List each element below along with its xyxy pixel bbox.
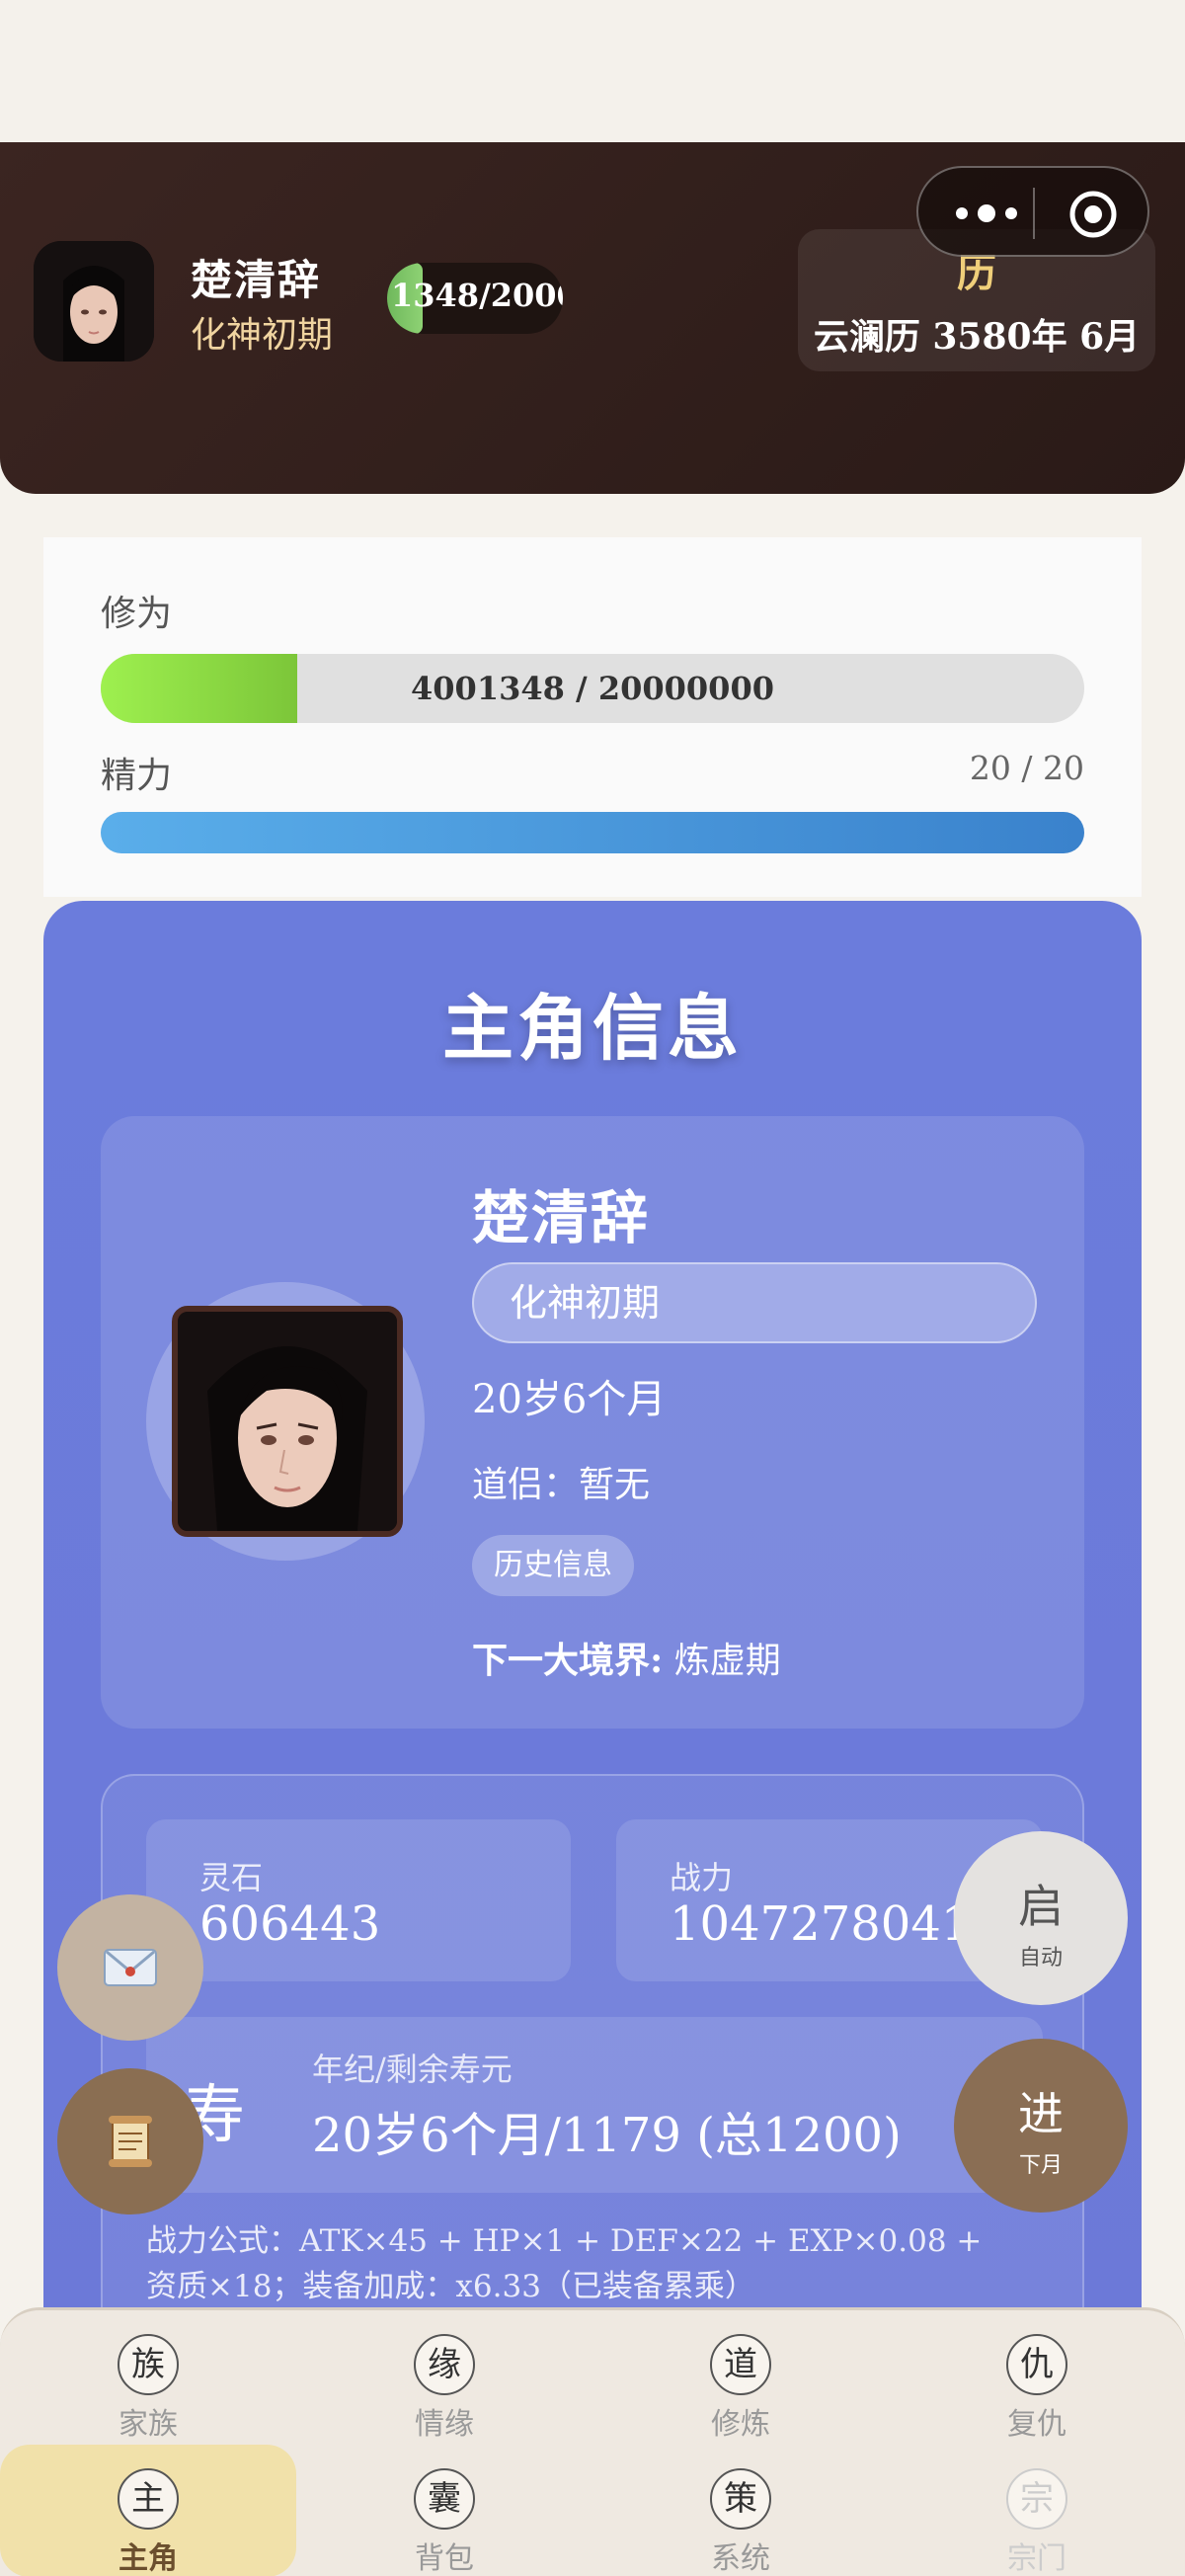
energy-bar-fill (101, 812, 1084, 853)
header-avatar[interactable] (34, 241, 154, 362)
scroll-icon (109, 2116, 152, 2167)
next-realm-label: 下一大境界: (472, 1640, 664, 1681)
next-realm: 下一大境界: 炼虚期 (472, 1632, 781, 1683)
hero-partner: 道侣：暂无 (472, 1465, 651, 1505)
header-name: 楚清辞 (191, 256, 322, 304)
hero-portrait[interactable] (172, 1306, 403, 1537)
bottom-nav: 族 家族 缘 情缘 道 修炼 仇 复仇 主 主角 囊 背包 策 系统 宗 宗门 (0, 2307, 1185, 2576)
sect-icon: 宗 (1006, 2468, 1067, 2530)
nav-label-romance: 情缘 (415, 2407, 474, 2442)
auto-start-label: 自动 (1018, 1946, 1063, 1971)
target-icon[interactable] (1068, 190, 1118, 239)
mail-button[interactable] (57, 1894, 203, 2041)
spirit-stone-box: 灵石 606443 (146, 1819, 571, 1981)
nav-item-hero[interactable]: 主 主角 (0, 2445, 296, 2576)
nav-label-family: 家族 (118, 2407, 178, 2442)
cultivation-card: 修为 4001348 / 20000000 精力 20 / 20 (43, 537, 1142, 897)
cultivation-label: 修为 (101, 594, 173, 634)
hero-title: 主角信息 (441, 986, 743, 1070)
header-realm: 化神初期 (191, 315, 334, 356)
next-realm-value: 炼虚期 (673, 1641, 781, 1681)
spirit-stone-label: 灵石 (199, 1859, 264, 1896)
nav-item-bag[interactable]: 囊 背包 (296, 2445, 592, 2576)
power-formula: 战力公式：ATK×45 + HP×1 + DEF×22 + EXP×0.08 +… (146, 2223, 983, 2304)
status-area (0, 0, 1185, 142)
auto-start-button[interactable]: 启 自动 (954, 1831, 1128, 2005)
nav-label-bag: 背包 (415, 2541, 474, 2576)
scroll-button[interactable] (57, 2068, 203, 2214)
nav-item-romance[interactable]: 缘 情缘 (296, 2310, 592, 2443)
system-icon: 策 (710, 2468, 771, 2530)
nav-label-revenge: 复仇 (1007, 2407, 1066, 2442)
profile-card: 楚清辞 化神初期 20岁6个月 道侣：暂无 历史信息 下一大境界: 炼虚期 (101, 1116, 1084, 1729)
miniprogram-capsule (916, 166, 1149, 257)
next-month-label: 下月 (1018, 2153, 1063, 2178)
family-icon: 族 (118, 2334, 179, 2395)
hero-age: 20岁6个月 (472, 1377, 667, 1422)
nav-label-cultivate: 修炼 (711, 2407, 770, 2442)
bag-icon: 囊 (414, 2468, 475, 2530)
calendar-date: 云澜历 3580年 6月 (813, 316, 1141, 358)
nav-label-hero: 主角 (118, 2541, 178, 2576)
lifespan-label: 年纪/剩余寿元 (312, 2051, 513, 2088)
cultivate-icon: 道 (710, 2334, 771, 2395)
cultivation-bar-text: 4001348 / 20000000 (411, 670, 774, 707)
romance-icon: 缘 (414, 2334, 475, 2395)
nav-label-sect: 宗门 (1007, 2541, 1066, 2576)
energy-label: 精力 (101, 756, 173, 796)
hero-icon: 主 (118, 2468, 179, 2530)
power-value: 1047278041 (670, 1896, 972, 1952)
header-xp-text: 1348/20000000 (391, 277, 563, 314)
energy-value: 20 / 20 (969, 749, 1084, 787)
energy-bar (101, 812, 1084, 853)
nav-label-system: 系统 (711, 2541, 770, 2576)
mail-icon (104, 1949, 157, 1986)
lifespan-box: 寿 年纪/剩余寿元 20岁6个月/1179 (总1200) (146, 2017, 1043, 2193)
stats-card: 灵石 606443 战力 1047278041 寿 年纪/剩余寿元 20岁6个月… (101, 1774, 1084, 2386)
nav-item-system[interactable]: 策 系统 (592, 2445, 889, 2576)
spirit-stone-value: 606443 (199, 1896, 381, 1952)
cultivation-bar: 4001348 / 20000000 (101, 654, 1084, 723)
lifespan-value: 20岁6个月/1179 (总1200) (312, 2108, 902, 2163)
nav-item-revenge[interactable]: 仇 复仇 (889, 2310, 1185, 2443)
more-icon[interactable] (952, 194, 1021, 233)
revenge-icon: 仇 (1006, 2334, 1067, 2395)
history-info-button[interactable]: 历史信息 (472, 1535, 634, 1596)
nav-item-family[interactable]: 族 家族 (0, 2310, 296, 2443)
header-xp-pill: 1348/20000000 (387, 263, 563, 334)
auto-start-glyph: 启 (1018, 1880, 1064, 1933)
nav-item-sect[interactable]: 宗 宗门 (889, 2445, 1185, 2576)
next-month-glyph: 进 (1018, 2087, 1064, 2140)
capsule-divider (1033, 188, 1035, 239)
nav-item-cultivate[interactable]: 道 修炼 (592, 2310, 889, 2443)
next-month-button[interactable]: 进 下月 (954, 2039, 1128, 2213)
hero-realm-badge: 化神初期 (472, 1262, 1037, 1343)
hero-name: 楚清辞 (472, 1184, 651, 1251)
power-label: 战力 (670, 1859, 734, 1896)
